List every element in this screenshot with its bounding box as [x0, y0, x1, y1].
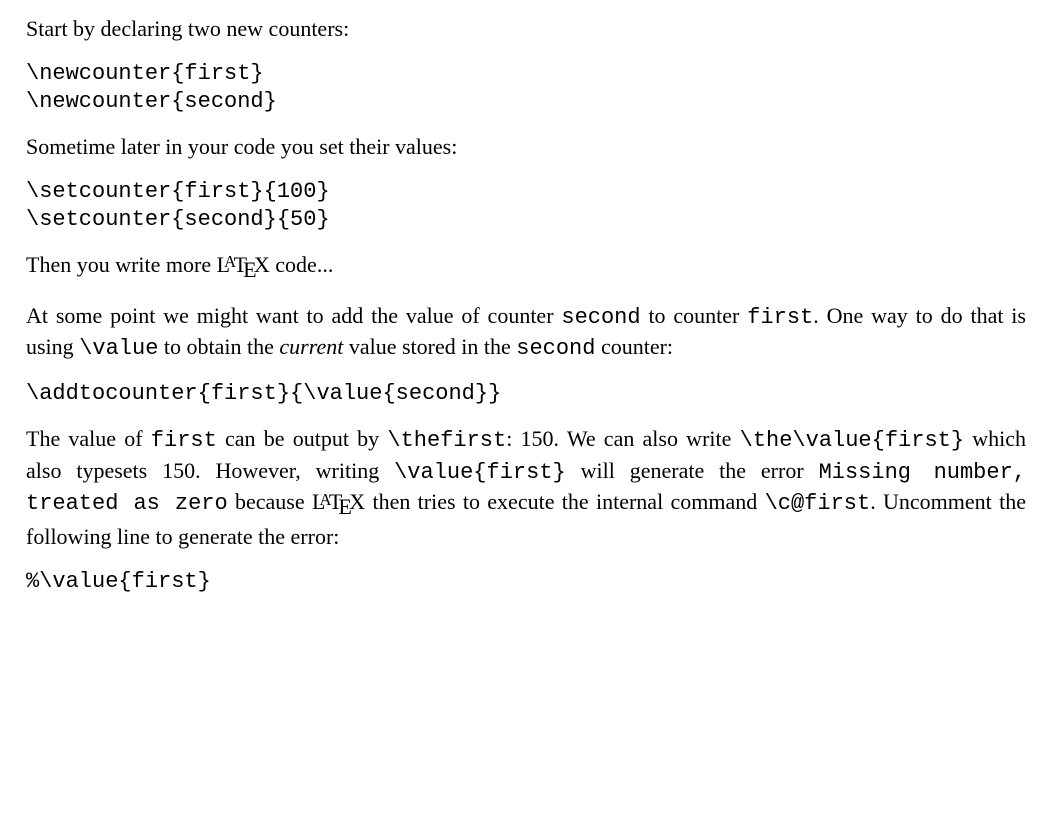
inline-code: \value{first} — [394, 460, 566, 485]
text-fragment: will generate the error — [566, 458, 819, 483]
code-block-commented: %\value{first} — [26, 568, 1026, 596]
text-fragment: to counter — [641, 303, 748, 328]
code-block-addtocounter: \addtocounter{first}{\value{second}} — [26, 380, 1026, 408]
text-fragment: then tries to execute the internal comma… — [365, 489, 764, 514]
paragraph-intro: Start by declaring two new counters: — [26, 14, 1026, 44]
code-line: %\value{first} — [26, 569, 211, 594]
inline-code: \value — [79, 336, 158, 361]
code-line: \newcounter{first} — [26, 61, 264, 86]
paragraph-then-write: Then you write more LATEX code... — [26, 250, 1026, 285]
text-fragment: can be output by — [217, 426, 388, 451]
text-fragment: value stored in the — [343, 334, 516, 359]
paragraph-output: The value of first can be output by \the… — [26, 424, 1026, 552]
text-fragment: because — [228, 489, 312, 514]
paragraph-set-values: Sometime later in your code you set thei… — [26, 132, 1026, 162]
text-fragment: Then you write more — [26, 252, 217, 277]
text-fragment: At some point we might want to add the v… — [26, 303, 561, 328]
inline-code: second — [516, 336, 595, 361]
text-fragment: The value of — [26, 426, 151, 451]
code-line: \setcounter{second}{50} — [26, 207, 330, 232]
inline-code: \c@first — [765, 491, 871, 516]
text-fragment: : 150. We can also write — [506, 426, 739, 451]
inline-code: \thefirst — [387, 428, 506, 453]
code-line: \newcounter{second} — [26, 89, 277, 114]
code-block-newcounter: \newcounter{first} \newcounter{second} — [26, 60, 1026, 116]
text-fragment: to obtain the — [158, 334, 279, 359]
text-fragment: counter: — [595, 334, 673, 359]
code-line: \addtocounter{first}{\value{second}} — [26, 381, 501, 406]
inline-code: second — [561, 305, 640, 330]
text-fragment: code... — [270, 252, 334, 277]
latex-logo: LATEX — [312, 487, 365, 522]
latex-logo: LATEX — [217, 250, 270, 285]
code-line: \setcounter{first}{100} — [26, 179, 330, 204]
paragraph-add-counter: At some point we might want to add the v… — [26, 301, 1026, 364]
code-block-setcounter: \setcounter{first}{100} \setcounter{seco… — [26, 178, 1026, 234]
inline-code: first — [747, 305, 813, 330]
emphasis: current — [279, 334, 343, 359]
inline-code: first — [151, 428, 217, 453]
inline-code: \the\value{first} — [740, 428, 964, 453]
